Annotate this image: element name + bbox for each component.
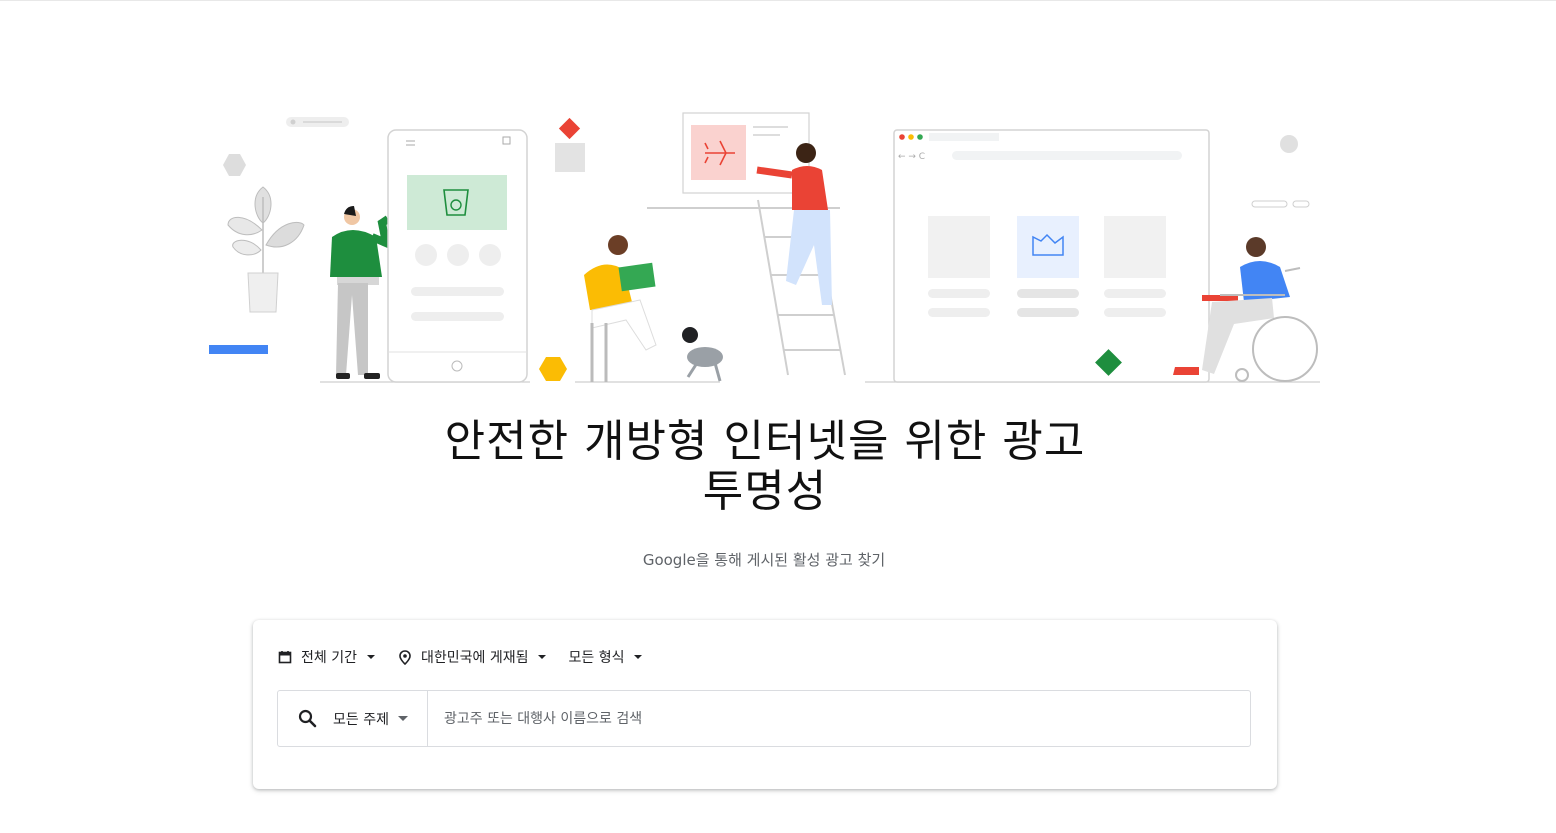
calendar-icon [277, 649, 293, 665]
format-filter[interactable]: 모든 형식 [568, 647, 643, 667]
search-icon [296, 708, 318, 730]
page-subtitle: Google을 통해 게시된 활성 광고 찾기 [642, 551, 886, 569]
person-green-sweater [330, 206, 392, 379]
plant-icon [227, 186, 305, 313]
region-filter[interactable]: 대한민국에 게재됨 [397, 647, 547, 667]
dog [682, 327, 723, 382]
decorative-pill [286, 117, 349, 127]
browser-mockup: ← → C [893, 129, 1210, 383]
filter-bar: 전체 기간 대한민국에 게재됨 모든 형식 [277, 646, 664, 668]
search-box: 모든 주제 [277, 690, 1251, 747]
decorative-grey-circle [1280, 135, 1298, 153]
svg-text:← → C: ← → C [898, 152, 925, 162]
person-reading [584, 235, 657, 382]
phone-mockup [387, 129, 528, 383]
chevron-down-icon [366, 655, 375, 659]
topic-label: 모든 주제 [333, 711, 389, 728]
hero-illustration: ← → C [200, 105, 1330, 390]
advertiser-search-input[interactable] [428, 691, 1250, 746]
topic-dropdown[interactable]: 모든 주제 [278, 691, 428, 746]
chevron-down-icon [397, 716, 408, 721]
decorative-blue-bar [209, 345, 268, 354]
location-pin-icon [397, 649, 413, 665]
top-divider [0, 0, 1556, 1]
region-label: 대한민국에 게재됨 [420, 650, 529, 666]
decorative-red-diamond [558, 117, 581, 140]
search-card: 전체 기간 대한민국에 게재됨 모든 형식 모든 주제 [253, 620, 1277, 789]
page-title: 안전한 개방형 인터넷을 위한 광고 투명성 [444, 416, 1086, 517]
date-range-filter[interactable]: 전체 기간 [277, 647, 375, 667]
decorative-yellow-hexagon [539, 357, 567, 381]
date-range-label: 전체 기간 [301, 650, 357, 666]
decorative-grey-square [555, 143, 585, 172]
format-label: 모든 형식 [568, 650, 625, 666]
chevron-down-icon [538, 655, 547, 659]
decorative-hexagon [223, 154, 246, 176]
chevron-down-icon [634, 655, 643, 659]
decorative-pills [1251, 200, 1310, 208]
